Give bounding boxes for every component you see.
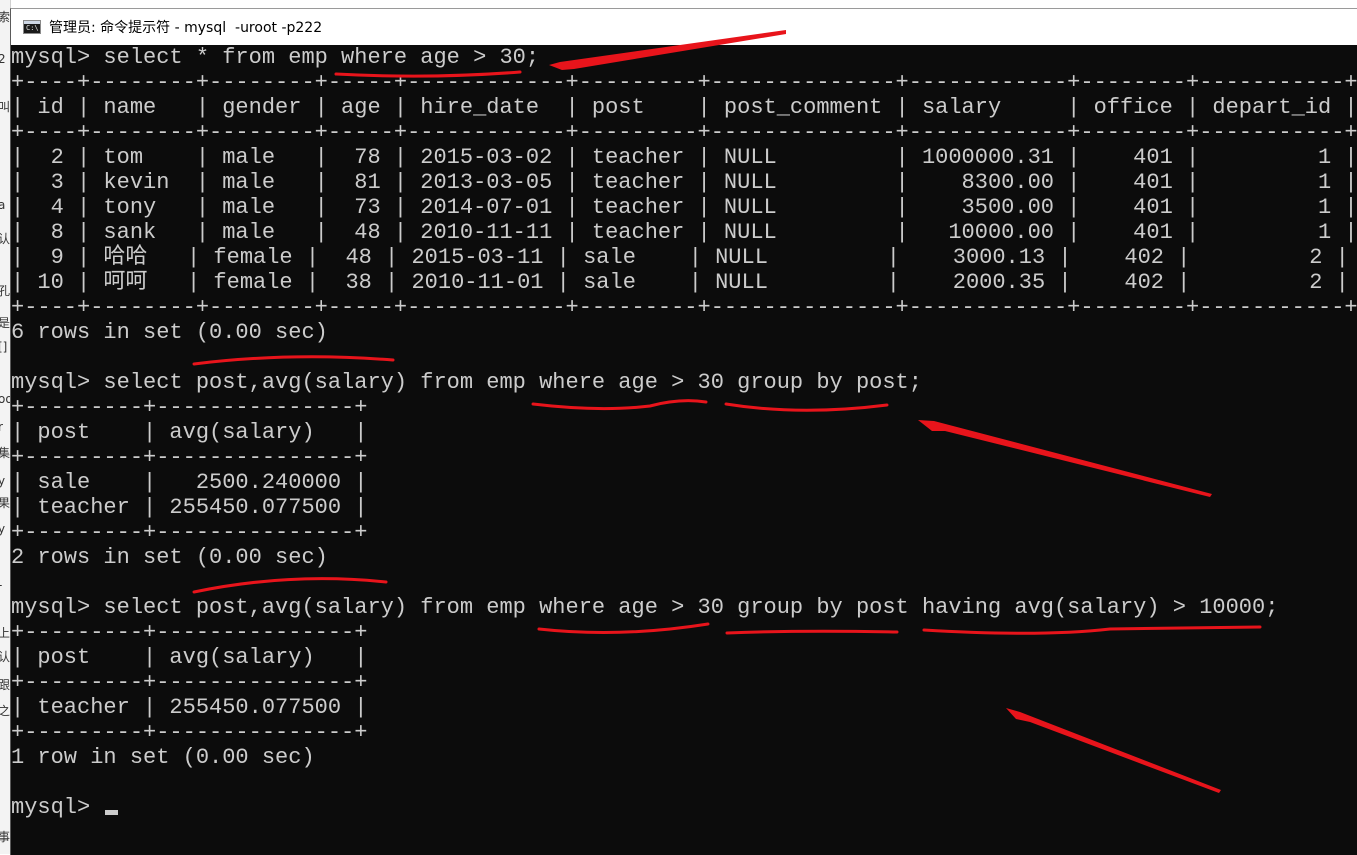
terminal-line: +---------+---------------+ bbox=[11, 670, 368, 695]
terminal-line: +----+--------+--------+-----+----------… bbox=[11, 120, 1357, 145]
terminal-line: mysql> select post,avg(salary) from emp … bbox=[11, 595, 1279, 620]
console-area[interactable]: mysql> select * from emp where age > 30;… bbox=[11, 45, 1357, 855]
terminal-line: 2 rows in set (0.00 sec) bbox=[11, 545, 328, 570]
background-glyph: 上 bbox=[0, 626, 10, 640]
command-prompt-window[interactable]: C:\ 管理员: 命令提示符 - mysql -uroot -p222 mysq… bbox=[10, 8, 1357, 855]
terminal-line: 6 rows in set (0.00 sec) bbox=[11, 320, 328, 345]
background-glyph: 是 bbox=[0, 316, 10, 330]
terminal-line: | 10 | 呵呵 | female | 38 | 2010-11-01 | s… bbox=[11, 270, 1349, 295]
terminal-line: | teacher | 255450.077500 | bbox=[11, 495, 368, 520]
terminal-line: +---------+---------------+ bbox=[11, 395, 368, 420]
terminal-output: mysql> select * from emp where age > 30;… bbox=[11, 45, 1357, 820]
terminal-line: | post | avg(salary) | bbox=[11, 645, 368, 670]
terminal-line: +---------+---------------+ bbox=[11, 520, 368, 545]
window-title: 管理员: 命令提示符 - mysql -uroot -p222 bbox=[49, 20, 323, 36]
terminal-line: | 4 | tony | male | 73 | 2014-07-01 | te… bbox=[11, 195, 1357, 220]
background-glyph: y bbox=[0, 474, 5, 488]
terminal-line: | 3 | kevin | male | 81 | 2013-03-05 | t… bbox=[11, 170, 1357, 195]
background-glyph: 果 bbox=[0, 496, 10, 510]
background-glyph: 索 bbox=[0, 10, 10, 24]
background-glyph: y bbox=[0, 522, 5, 536]
terminal-line: | teacher | 255450.077500 | bbox=[11, 695, 368, 720]
background-glyph: 事 bbox=[0, 830, 10, 844]
background-glyph: r bbox=[0, 420, 3, 434]
cursor bbox=[105, 810, 119, 815]
title-bar[interactable]: C:\ 管理员: 命令提示符 - mysql -uroot -p222 bbox=[11, 9, 1357, 45]
terminal-line: mysql> select post,avg(salary) from emp … bbox=[11, 370, 922, 395]
background-glyph: 集 bbox=[0, 446, 10, 460]
background-glyph: - bbox=[0, 578, 2, 592]
terminal-line: +----+--------+--------+-----+----------… bbox=[11, 70, 1357, 95]
terminal-line: 1 row in set (0.00 sec) bbox=[11, 745, 315, 770]
terminal-line: +---------+---------------+ bbox=[11, 720, 368, 745]
terminal-line: +---------+---------------+ bbox=[11, 620, 368, 645]
terminal-line: | id | name | gender | age | hire_date |… bbox=[11, 95, 1357, 120]
background-glyph: 跟 bbox=[0, 678, 10, 692]
background-glyph: 认 bbox=[0, 232, 10, 246]
background-glyph: 2 bbox=[0, 52, 6, 66]
terminal-line: | post | avg(salary) | bbox=[11, 420, 368, 445]
terminal-line: | 9 | 哈哈 | female | 48 | 2015-03-11 | sa… bbox=[11, 245, 1349, 270]
background-glyph: 之 bbox=[0, 704, 10, 718]
background-glyph: 认 bbox=[0, 650, 10, 664]
background-glyph: a bbox=[0, 198, 5, 212]
terminal-line: mysql> select * from emp where age > 30; bbox=[11, 45, 540, 70]
terminal-line: | 2 | tom | male | 78 | 2015-03-02 | tea… bbox=[11, 145, 1357, 170]
terminal-line: +----+--------+--------+-----+----------… bbox=[11, 295, 1357, 320]
background-glyph: 叫 bbox=[0, 100, 10, 114]
terminal-line: | sale | 2500.240000 | bbox=[11, 470, 368, 495]
terminal-line: | 8 | sank | male | 48 | 2010-11-11 | te… bbox=[11, 220, 1357, 245]
cmd-icon: C:\ bbox=[23, 20, 41, 34]
background-glyph: [] bbox=[0, 340, 8, 354]
background-glyph: 孔 bbox=[0, 284, 10, 298]
terminal-line: mysql> bbox=[11, 795, 1357, 820]
terminal-line: +---------+---------------+ bbox=[11, 445, 368, 470]
